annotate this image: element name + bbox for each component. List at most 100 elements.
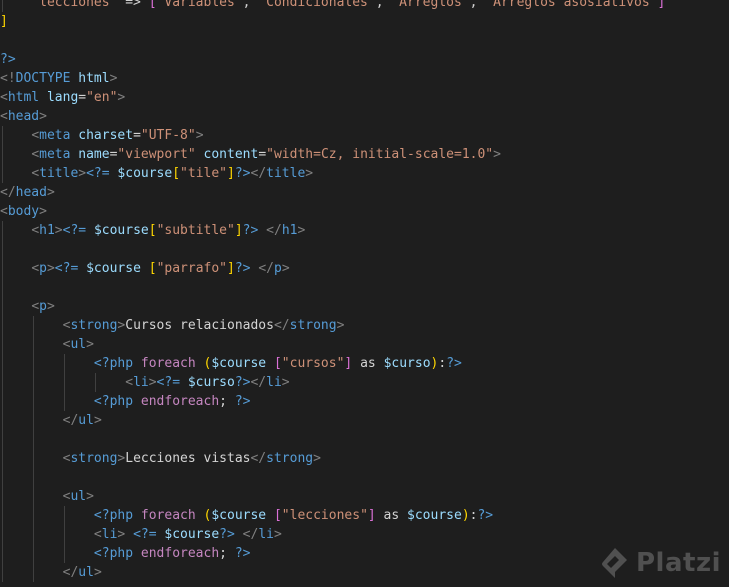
indent-guide	[33, 468, 34, 487]
code-token: li	[101, 527, 118, 542]
code-line[interactable]	[0, 430, 665, 449]
code-token: ]	[0, 14, 8, 29]
indentation	[0, 375, 125, 390]
code-line[interactable]: <meta charset="UTF-8">	[0, 126, 665, 145]
code-token: >	[297, 223, 306, 238]
indent-guide	[2, 240, 3, 259]
code-token: ]	[234, 223, 243, 238]
code-line[interactable]: <body>	[0, 202, 665, 221]
code-token: <	[31, 223, 40, 238]
indent-guide	[2, 297, 3, 316]
code-token: >	[39, 109, 47, 124]
code-token: meta	[39, 128, 71, 143]
code-token: <?=	[62, 223, 87, 238]
code-line[interactable]: "lecciones" => ["Variables", "Condiciona…	[0, 0, 665, 12]
code-token: "cursos"	[281, 356, 345, 371]
code-line[interactable]: ]	[0, 12, 665, 31]
indent-guide	[2, 430, 3, 449]
code-token: <	[0, 109, 8, 124]
code-token: lang	[46, 90, 79, 105]
code-token: $course	[211, 508, 267, 523]
code-line[interactable]: <?php foreach ($course ["lecciones"] as …	[0, 506, 665, 525]
code-line[interactable]: <strong>Cursos relacionados</strong>	[0, 316, 665, 335]
code-token: >	[93, 565, 102, 580]
code-line[interactable]: <title><?= $course["tile"]?></title>	[0, 164, 665, 183]
platzi-watermark: Platzi	[600, 538, 729, 587]
code-line[interactable]: <p><?= $course ["parrafo"]?> </p>	[0, 259, 665, 278]
indentation	[0, 0, 31, 10]
code-token: >	[78, 166, 87, 181]
indent-guide	[33, 525, 34, 544]
indent-guide	[33, 563, 34, 582]
code-line[interactable]: <?php foreach ($course ["cursos"] as $cu…	[0, 354, 665, 373]
code-token: ?>	[242, 223, 259, 238]
code-token: =	[133, 128, 141, 143]
code-token: >	[148, 375, 157, 390]
code-line[interactable]	[0, 240, 665, 259]
code-token: ?>	[234, 394, 251, 409]
indentation	[0, 337, 63, 352]
code-line[interactable]: <p>	[0, 297, 665, 316]
code-token: ?>	[219, 527, 235, 542]
code-token: "Arreglos"	[391, 0, 470, 10]
code-token: head	[7, 109, 40, 124]
code-token: "parrafo"	[156, 261, 228, 276]
code-token: >	[281, 261, 290, 276]
code-line[interactable]: <ul>	[0, 487, 665, 506]
code-line[interactable]: <li> <?= $course?> </li>	[0, 525, 665, 544]
code-line[interactable]: <li><?= $curso?></li>	[0, 373, 665, 392]
code-line[interactable]: </ul>	[0, 563, 665, 582]
indent-guide	[33, 449, 34, 468]
code-token: ?>	[446, 356, 462, 371]
code-token: </	[266, 223, 282, 238]
code-line[interactable]: <ul>	[0, 335, 665, 354]
code-token: ;	[219, 546, 235, 561]
code-line[interactable]: <strong>Lecciones vistas</strong>	[0, 449, 665, 468]
indent-guide	[2, 335, 3, 354]
code-token: li	[266, 375, 282, 390]
code-editor[interactable]: "lecciones" => ["Variables", "Condiciona…	[0, 0, 729, 587]
code-line[interactable]	[0, 468, 665, 487]
code-token: ,	[469, 0, 486, 10]
code-line[interactable]: </head>	[0, 183, 665, 202]
code-token: )	[461, 508, 470, 523]
code-line[interactable]: <?php endforeach; ?>	[0, 392, 665, 411]
code-token: >	[109, 71, 118, 86]
code-token: ?>	[477, 508, 494, 523]
code-line[interactable]: </ul>	[0, 411, 665, 430]
indentation	[0, 299, 31, 314]
code-token: ?>	[234, 375, 251, 390]
code-token: >	[336, 318, 345, 333]
indent-guide	[64, 373, 65, 392]
code-lines[interactable]: "lecciones" => ["Variables", "Condiciona…	[0, 0, 665, 582]
code-line[interactable]: <h1><?= $course["subtitle"]?> </h1>	[0, 221, 665, 240]
code-token: html	[78, 71, 110, 86]
code-line[interactable]: ?>	[0, 50, 665, 69]
code-line[interactable]: <html lang="en">	[0, 88, 665, 107]
code-token: html	[7, 90, 40, 105]
platzi-logo-icon	[602, 547, 627, 578]
code-token: h1	[39, 223, 55, 238]
indentation	[0, 413, 63, 428]
indent-guide	[2, 259, 3, 278]
code-line[interactable]: <?php endforeach; ?>	[0, 544, 665, 563]
code-token: ;	[219, 394, 235, 409]
code-token: </	[258, 261, 274, 276]
code-line[interactable]: <!DOCTYPE html>	[0, 69, 665, 88]
code-line[interactable]: <meta name="viewport" content="width=Cz,…	[0, 145, 665, 164]
code-line[interactable]: <head>	[0, 107, 665, 126]
code-token: <	[31, 299, 40, 314]
code-token: [	[273, 508, 282, 523]
code-token: Cursos relacionados	[125, 318, 274, 333]
code-token: ]	[227, 261, 235, 276]
indent-guide	[2, 487, 3, 506]
indent-guide	[2, 145, 3, 164]
code-token: <	[31, 166, 40, 181]
code-line[interactable]	[0, 278, 665, 297]
code-token: as	[375, 508, 408, 523]
code-line[interactable]	[0, 31, 665, 50]
